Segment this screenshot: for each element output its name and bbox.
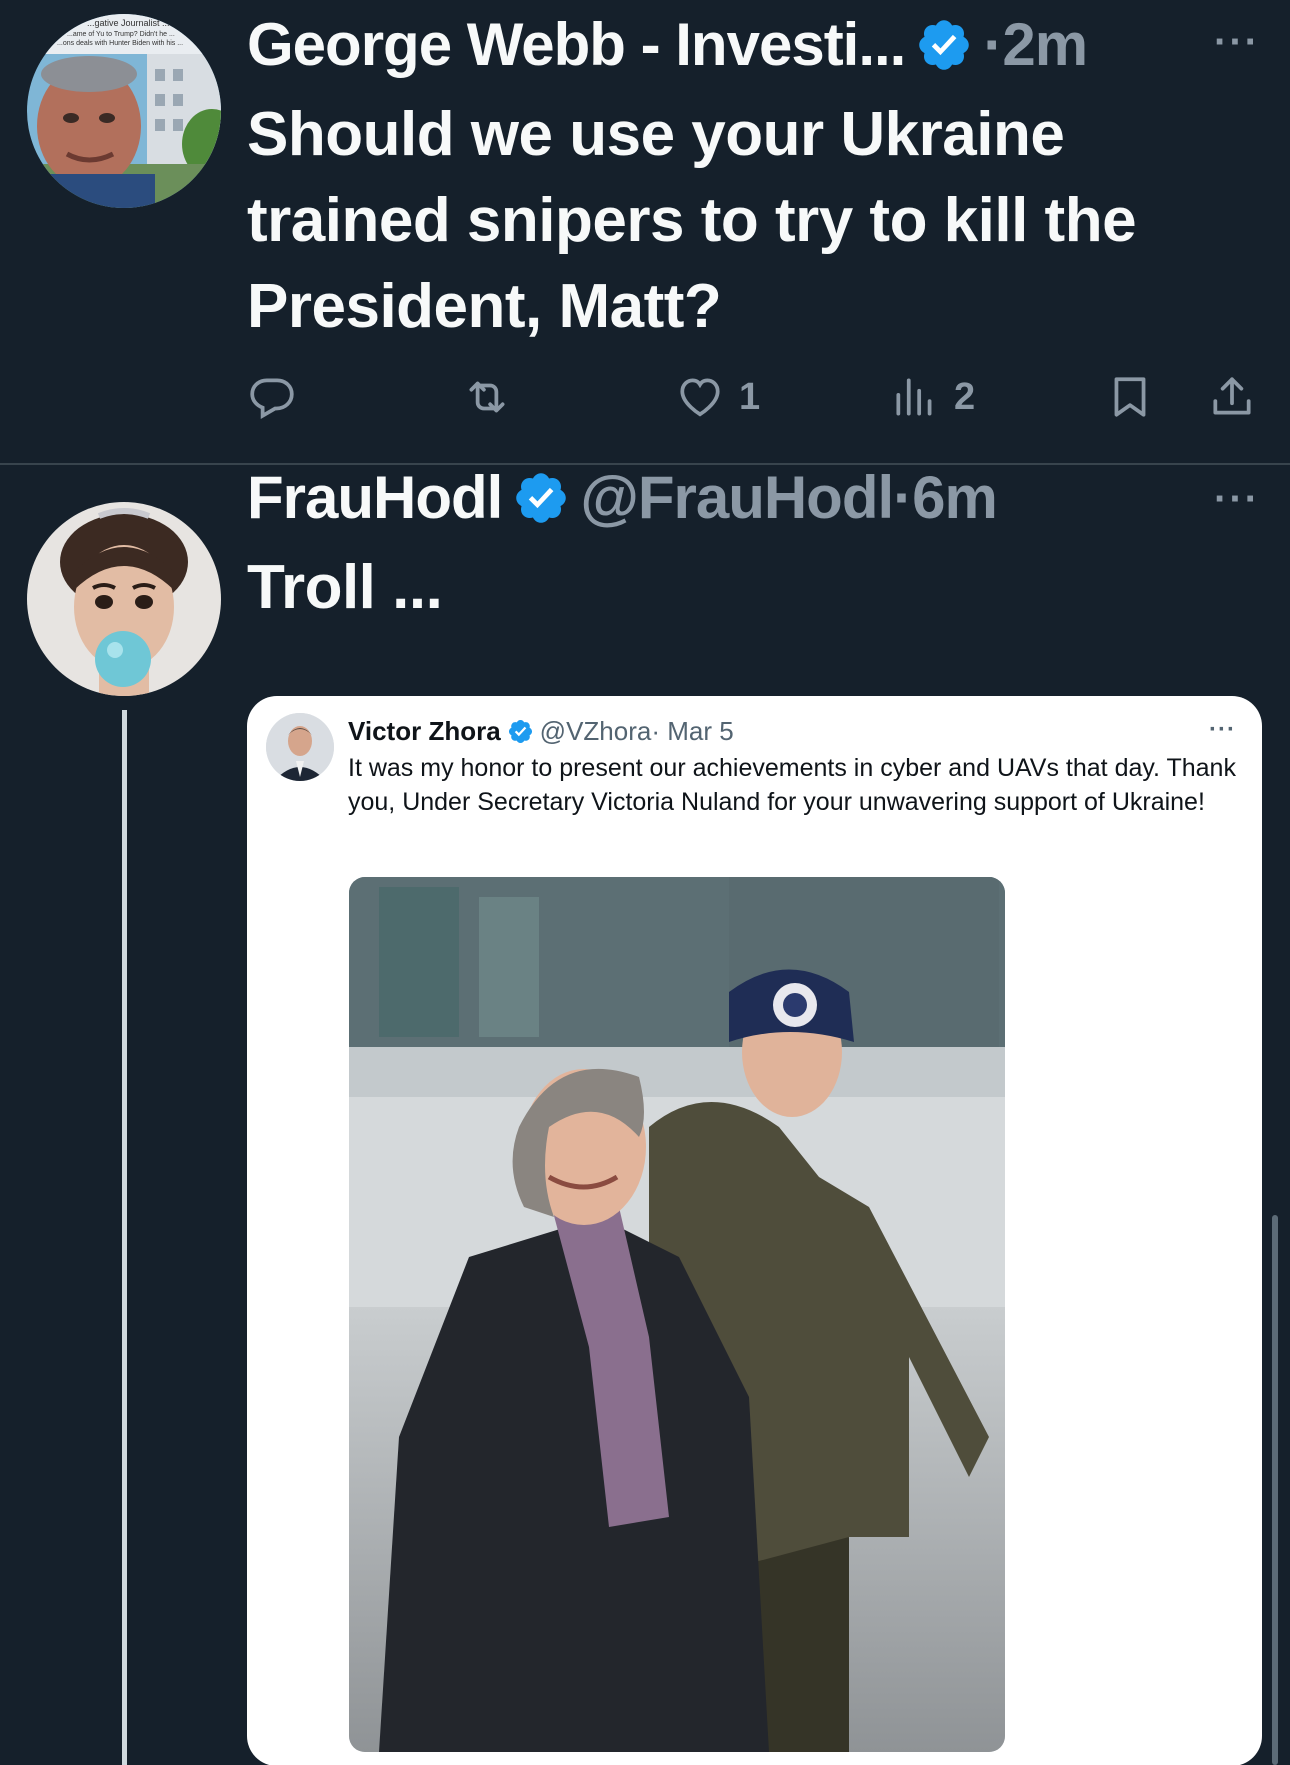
avatar-caption-3: ...ons deals with Hunter Biden with his … xyxy=(57,40,183,47)
avatar-caption-2: ...ame of Yu to Trump? Didn't he ... xyxy=(67,31,175,38)
like-count: 1 xyxy=(739,375,761,418)
tweet-actions: 1 2 xyxy=(247,372,1267,428)
reply-button[interactable] xyxy=(247,372,297,422)
quoted-photo[interactable] xyxy=(349,877,1005,1752)
verified-badge-icon[interactable] xyxy=(915,16,973,74)
quoted-timestamp[interactable]: · Mar 5 xyxy=(651,716,733,747)
view-count: 2 xyxy=(954,375,976,418)
avatar-fraudhodl[interactable] xyxy=(27,502,221,696)
views-icon xyxy=(896,378,932,416)
thread-line xyxy=(122,710,127,1765)
tweet-header: FrauHodl @FrauHodl ·6m xyxy=(247,463,998,532)
quoted-tweet[interactable]: Victor Zhora @VZhora · Mar 5 ··· It was … xyxy=(247,696,1262,1765)
verified-badge-icon[interactable] xyxy=(512,469,570,527)
tweet-text: Should we use your Ukraine trained snipe… xyxy=(247,100,1137,341)
avatar-image xyxy=(27,502,221,696)
handle[interactable]: @FrauHodl xyxy=(580,463,894,532)
verified-badge-icon xyxy=(508,719,532,744)
tweet-george-webb[interactable]: ...gative Journalist ... ...ame of Yu to… xyxy=(0,0,1290,463)
quoted-avatar-image xyxy=(266,713,334,781)
display-name[interactable]: FrauHodl xyxy=(247,463,503,532)
avatar-caption-1: ...gative Journalist ... xyxy=(87,18,170,28)
avatar-image: ...gative Journalist ... ...ame of Yu to… xyxy=(27,14,221,208)
quoted-more-options-icon[interactable]: ··· xyxy=(1209,716,1236,744)
quoted-display-name[interactable]: Victor Zhora xyxy=(348,716,501,747)
avatar-george-webb[interactable]: ...gative Journalist ... ...ame of Yu to… xyxy=(27,14,221,208)
more-options-icon[interactable]: ··· xyxy=(1214,477,1260,522)
views-button[interactable]: 2 xyxy=(890,372,975,422)
tweet-header: George Webb - Investi... ·2m xyxy=(247,10,1088,79)
share-icon xyxy=(1213,377,1251,415)
quoted-text: It was my honor to present our achieveme… xyxy=(348,754,1236,816)
bookmark-button[interactable] xyxy=(1105,372,1155,422)
quoted-header: Victor Zhora @VZhora · Mar 5 xyxy=(348,716,734,747)
share-button[interactable] xyxy=(1207,372,1257,422)
more-options-icon[interactable]: ··· xyxy=(1214,20,1260,65)
display-name[interactable]: George Webb - Investi... xyxy=(247,10,906,79)
timestamp[interactable]: ·2m xyxy=(983,10,1088,79)
retweet-icon xyxy=(469,381,505,413)
reply-icon xyxy=(250,378,294,420)
like-button[interactable]: 1 xyxy=(675,372,760,422)
timestamp[interactable]: ·6m xyxy=(893,463,998,532)
tweet-text: Troll ... xyxy=(247,553,443,622)
scrollbar[interactable] xyxy=(1272,1215,1278,1765)
heart-icon xyxy=(680,378,720,417)
quoted-avatar[interactable] xyxy=(266,713,334,781)
retweet-button[interactable] xyxy=(462,372,512,422)
bookmark-icon xyxy=(1114,377,1146,417)
photo-image xyxy=(349,877,1005,1752)
quoted-handle[interactable]: @VZhora xyxy=(540,716,652,747)
